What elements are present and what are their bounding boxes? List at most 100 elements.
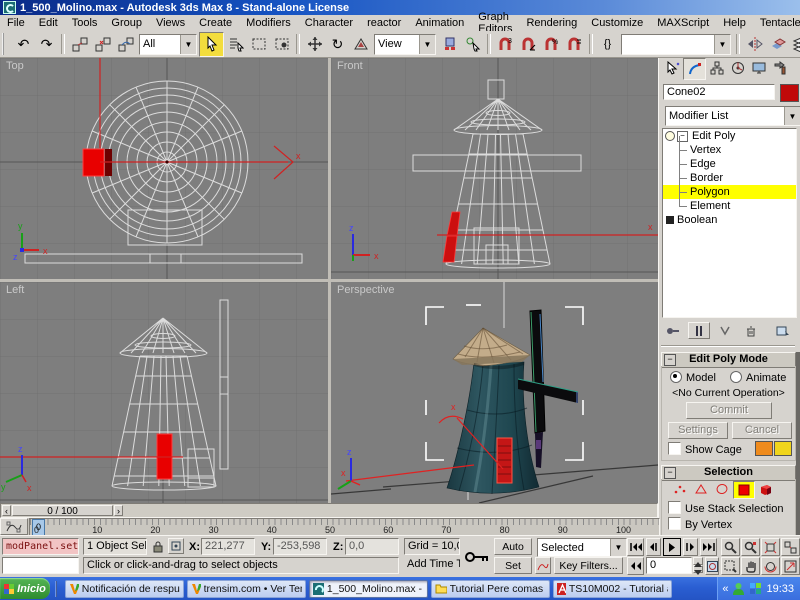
taskbar-task[interactable]: Notificación de respuest... — [65, 580, 184, 598]
zoom-all-button[interactable] — [741, 538, 760, 556]
zoom-extents-button[interactable] — [761, 538, 780, 556]
object-color-swatch[interactable] — [780, 84, 799, 102]
percent-snap-button[interactable]: % — [540, 33, 563, 56]
make-unique-button[interactable] — [714, 322, 736, 339]
menu-item-customize[interactable]: Customize — [584, 16, 650, 30]
title-bar[interactable]: 1_500_Molino.max - Autodesk 3ds Max 8 - … — [0, 0, 800, 15]
z-coord-field[interactable]: 0,0 — [345, 538, 399, 555]
windows-tray-icon[interactable] — [749, 582, 762, 595]
menu-item-views[interactable]: Views — [149, 16, 192, 30]
checkbox-icon[interactable] — [668, 517, 681, 530]
default-in-out-tangents-button[interactable] — [535, 557, 551, 574]
stack-item-element[interactable]: Element — [663, 199, 796, 213]
border-mode-button[interactable] — [712, 481, 732, 497]
window-crossing-button[interactable] — [270, 33, 293, 56]
radio-model-icon[interactable] — [670, 371, 682, 383]
use-stack-selection-checkbox[interactable]: Use Stack Selection — [668, 501, 783, 515]
viewport-left[interactable]: z y x Left — [0, 282, 328, 503]
spinner-snap-button[interactable] — [563, 33, 586, 56]
menu-item-maxscript[interactable]: MAXScript — [650, 16, 716, 30]
chevron-down-icon[interactable]: ▼ — [419, 35, 435, 54]
menu-item-animation[interactable]: Animation — [408, 16, 471, 30]
select-by-name-button[interactable] — [224, 33, 247, 56]
show-cage-checkbox[interactable]: Show Cage — [668, 442, 742, 456]
current-frame-field[interactable]: 0 — [646, 557, 692, 574]
go-to-end-button[interactable] — [700, 538, 717, 556]
snap-toggle-3d-button[interactable]: 3 — [494, 33, 517, 56]
toolbar-grip[interactable] — [2, 33, 10, 55]
settings-button[interactable]: Settings — [668, 422, 728, 439]
chevron-down-icon[interactable]: ▼ — [714, 35, 730, 54]
previous-frame-button[interactable] — [646, 538, 661, 556]
polygon-mode-button[interactable] — [733, 481, 755, 499]
pin-stack-button[interactable] — [662, 322, 684, 339]
remove-modifier-button[interactable] — [740, 322, 762, 339]
viewport-front-canvas[interactable]: x z x — [331, 58, 658, 279]
key-filters-button[interactable]: Key Filters... — [554, 557, 623, 574]
x-coord-field[interactable]: 221,277 — [201, 538, 255, 555]
radio-animate-icon[interactable] — [730, 371, 742, 383]
go-to-start-button[interactable] — [627, 538, 644, 556]
pan-button[interactable] — [741, 557, 760, 575]
tray-chevron-button[interactable]: « — [722, 583, 728, 595]
maxscript-mini-listener-pink[interactable]: modPanel.setC — [2, 538, 79, 555]
rectangular-selection-region-button[interactable] — [247, 33, 270, 56]
frame-spinner[interactable] — [693, 557, 703, 574]
edge-mode-button[interactable] — [691, 481, 711, 497]
region-zoom-button[interactable] — [721, 557, 740, 575]
chevron-down-icon[interactable]: ▼ — [784, 107, 800, 125]
time-slider-track[interactable]: ‹ 0 / 100 › — [0, 503, 658, 518]
messenger-tray-icon[interactable] — [732, 582, 745, 595]
taskbar-task[interactable]: Tutorial Pere comas 3d — [431, 580, 550, 598]
element-mode-button[interactable] — [756, 481, 776, 497]
edit-named-selection-sets-button[interactable]: {} — [596, 33, 619, 56]
chevron-down-icon[interactable]: ▼ — [610, 539, 626, 556]
menu-item-tentacles[interactable]: Tentacles — [753, 16, 800, 30]
key-scope-dropdown[interactable]: Selected ▼ — [537, 538, 627, 557]
play-button[interactable] — [663, 538, 681, 556]
radio-model[interactable]: Model — [670, 371, 716, 384]
viewport-perspective[interactable]: x z x Perspective — [331, 282, 658, 503]
stack-item-polygon[interactable]: Polygon — [663, 185, 796, 199]
menu-item-group[interactable]: Group — [104, 16, 149, 30]
menu-item-help[interactable]: Help — [716, 16, 753, 30]
layer-manager-button[interactable] — [789, 33, 800, 56]
show-end-result-button[interactable] — [688, 322, 710, 339]
checkbox-icon[interactable] — [668, 442, 681, 455]
menu-item-modifiers[interactable]: Modifiers — [239, 16, 298, 30]
menu-item-reactor[interactable]: reactor — [360, 16, 408, 30]
select-and-move-button[interactable] — [303, 33, 326, 56]
taskbar-task-active[interactable]: 1_500_Molino.max - ... — [309, 580, 428, 598]
time-slider-prev-button[interactable]: ‹ — [2, 505, 11, 516]
viewport-front-label[interactable]: Front — [337, 60, 363, 72]
absolute-offset-toggle[interactable] — [168, 538, 184, 554]
by-vertex-checkbox[interactable]: By Vertex — [668, 517, 732, 531]
align-button[interactable] — [766, 33, 789, 56]
menu-item-character[interactable]: Character — [298, 16, 360, 30]
stack-item-edit-poly[interactable]: −Edit Poly — [663, 129, 796, 143]
set-keys-big-key-button[interactable] — [463, 540, 491, 574]
select-and-link-button[interactable] — [68, 33, 91, 56]
menu-item-create[interactable]: Create — [192, 16, 239, 30]
track-bar[interactable]: 0 0102030405060708090100 — [0, 518, 658, 535]
radio-animate[interactable]: Animate — [730, 371, 786, 384]
selection-lock-button[interactable] — [151, 539, 165, 554]
collapse-icon[interactable]: − — [664, 354, 676, 366]
cage-color-swatch-2[interactable] — [774, 441, 792, 456]
viewport-perspective-canvas[interactable]: x z x — [331, 282, 658, 503]
object-name-field[interactable]: Cone02 — [663, 84, 775, 100]
arc-rotate-button[interactable] — [761, 557, 780, 575]
menu-item-file[interactable]: File — [0, 16, 32, 30]
menu-item-tools[interactable]: Tools — [65, 16, 105, 30]
tab-hierarchy[interactable] — [706, 58, 727, 78]
collapse-icon[interactable]: − — [664, 467, 676, 479]
use-pivot-point-button[interactable] — [438, 33, 461, 56]
stack-item-boolean[interactable]: Boolean — [663, 213, 796, 227]
time-slider-next-button[interactable]: › — [114, 505, 123, 516]
viewport-left-label[interactable]: Left — [6, 284, 24, 296]
select-and-manipulate-button[interactable] — [461, 33, 484, 56]
panel-scrollbar[interactable] — [796, 352, 800, 535]
menu-item-edit[interactable]: Edit — [32, 16, 65, 30]
start-button[interactable]: Inicio — [0, 578, 50, 599]
reference-coordinate-dropdown[interactable]: View ▼ — [374, 34, 436, 55]
